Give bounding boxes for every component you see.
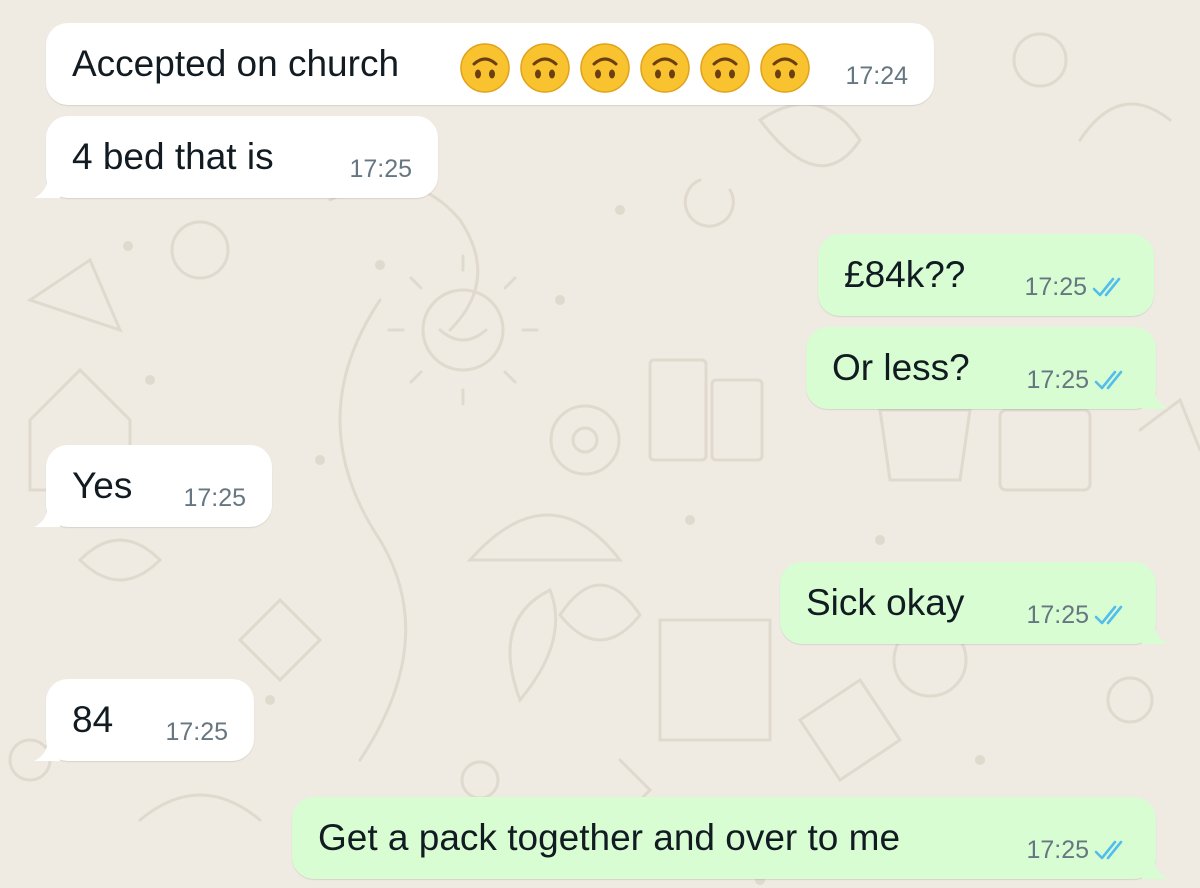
message-text: Accepted on church [72, 43, 400, 84]
message-text: £84k?? [844, 254, 966, 295]
double-check-read-icon [1094, 370, 1123, 390]
message-timestamp: 17:25 [183, 484, 246, 512]
message-meta: 17:25 [183, 483, 246, 513]
message-bubble-outgoing[interactable]: Or less? 17:25 [806, 327, 1168, 409]
bubble-tail-icon [1142, 381, 1168, 409]
message-timestamp: 17:25 [1026, 366, 1089, 394]
emoji-row [460, 43, 820, 93]
message-text: Yes [72, 465, 133, 506]
message-meta: 17:24 [845, 61, 908, 91]
message-text: 4 bed that is [72, 136, 274, 177]
double-check-read-icon [1094, 840, 1123, 860]
message-meta: 17:25 [1026, 365, 1130, 395]
message-bubble-incoming[interactable]: Accepted on church 17:24 [46, 23, 934, 105]
double-check-read-icon [1094, 605, 1123, 625]
message-meta: 17:25 [349, 154, 412, 184]
bubble-tail-icon [1142, 851, 1168, 879]
message-timestamp: 17:25 [349, 155, 412, 183]
message-text: 84 [72, 699, 114, 740]
message-timestamp: 17:25 [1026, 836, 1089, 864]
upside-down-face-emoji-icon [760, 43, 810, 93]
upside-down-face-emoji-icon [520, 43, 570, 93]
message-meta: 17:25 [1024, 272, 1128, 302]
message-timestamp: 17:25 [1024, 273, 1087, 301]
bubble-tail-icon [34, 733, 60, 761]
bubble-tail-icon [1142, 616, 1168, 644]
message-text: Or less? [832, 347, 970, 388]
message-bubble-incoming[interactable]: 4 bed that is 17:25 [34, 116, 438, 198]
double-check-read-icon [1092, 277, 1121, 297]
message-bubble-outgoing[interactable]: Sick okay 17:25 [780, 562, 1168, 644]
message-bubble-outgoing[interactable]: Get a pack together and over to me 17:25 [292, 797, 1168, 879]
message-bubble-incoming[interactable]: Yes 17:25 [34, 445, 272, 527]
message-bubble-incoming[interactable]: 84 17:25 [34, 679, 254, 761]
upside-down-face-emoji-icon [640, 43, 690, 93]
bubble-tail-icon [34, 170, 60, 198]
upside-down-face-emoji-icon [460, 43, 510, 93]
message-meta: 17:25 [1026, 835, 1130, 865]
bubble-tail-icon [34, 499, 60, 527]
upside-down-face-emoji-icon [580, 43, 630, 93]
message-text: Get a pack together and over to me [318, 817, 901, 858]
message-meta: 17:25 [1026, 600, 1130, 630]
message-timestamp: 17:24 [845, 62, 908, 90]
message-timestamp: 17:25 [1026, 601, 1089, 629]
message-timestamp: 17:25 [165, 718, 228, 746]
message-text: Sick okay [806, 582, 965, 623]
message-meta: 17:25 [165, 717, 228, 747]
message-bubble-outgoing[interactable]: £84k?? 17:25 [818, 234, 1154, 316]
upside-down-face-emoji-icon [700, 43, 750, 93]
